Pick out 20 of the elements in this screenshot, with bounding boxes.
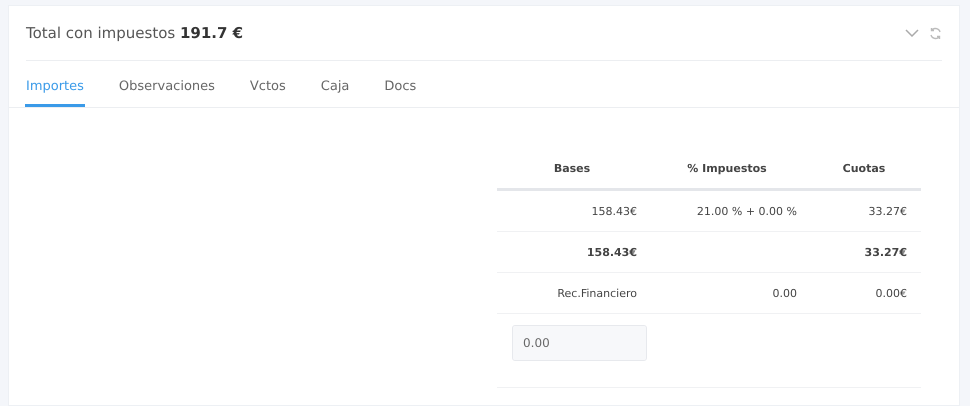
- table-cell-text: 0.00: [772, 286, 798, 300]
- input-field[interactable]: 0.00: [512, 325, 647, 361]
- tab[interactable]: Docs: [383, 73, 418, 107]
- column-header: Bases: [552, 162, 592, 174]
- table-cell-text: 158.43€: [586, 246, 638, 258]
- refresh-icon[interactable]: [929, 26, 942, 40]
- table-cell-text: 158.43€: [590, 204, 638, 218]
- chevron-down-icon[interactable]: [905, 29, 919, 37]
- tab[interactable]: Importes: [25, 73, 85, 107]
- tab[interactable]: Observaciones: [118, 73, 216, 107]
- table-cell-text: 33.27€: [864, 246, 908, 258]
- table-cell-text: Rec.Financiero: [556, 286, 638, 300]
- table-cell-text: 33.27€: [868, 204, 908, 218]
- column-header: % Impuestos: [686, 162, 768, 174]
- table-cell-text: 0.00€: [874, 286, 908, 300]
- total-title: Total con impuestos 191.7 €: [26, 24, 244, 42]
- tab[interactable]: Vctos: [248, 73, 287, 107]
- table-cell-text: 21.00 % + 0.00 %: [696, 204, 798, 218]
- tab[interactable]: Caja: [320, 73, 350, 107]
- column-header: Cuotas: [842, 162, 886, 174]
